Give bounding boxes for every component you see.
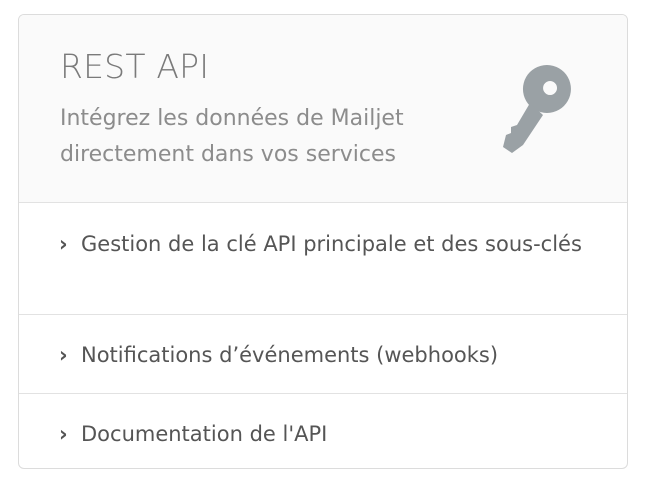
chevron-right-icon: ›: [59, 422, 68, 446]
link-label: Notifications d’événements (webhooks): [81, 343, 499, 367]
card-subtitle: Intégrez les données de Mailjet directem…: [60, 106, 404, 167]
key-icon: [503, 65, 571, 153]
chevron-right-icon: ›: [59, 343, 68, 367]
link-event-notifications[interactable]: › Notifications d’événements (webhooks): [19, 315, 627, 394]
card-title: REST API: [60, 47, 210, 86]
rest-api-card: REST API Intégrez les données de Mailjet…: [18, 14, 628, 469]
link-label: Gestion de la clé API principale et des …: [81, 232, 582, 256]
chevron-right-icon: ›: [59, 232, 68, 256]
card-header: REST API Intégrez les données de Mailjet…: [19, 15, 627, 203]
link-api-documentation[interactable]: › Documentation de l'API: [19, 394, 627, 468]
link-api-key-management[interactable]: › Gestion de la clé API principale et des…: [19, 203, 627, 315]
link-label: Documentation de l'API: [81, 422, 328, 446]
